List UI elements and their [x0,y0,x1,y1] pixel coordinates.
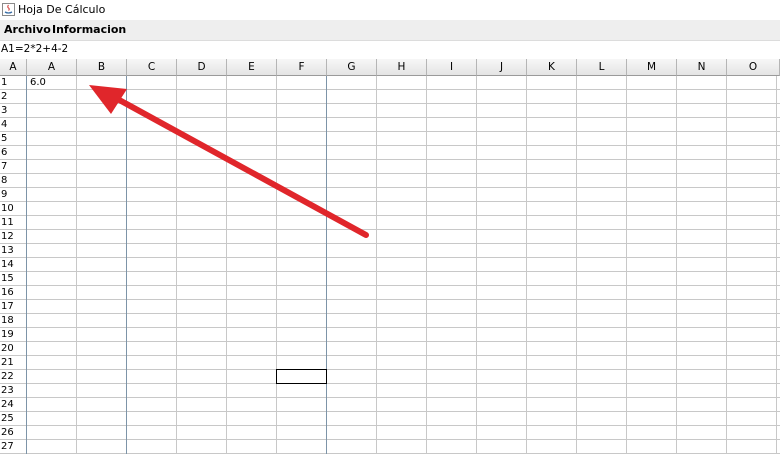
menu-informacion[interactable]: Informacion [52,23,126,37]
row-gridline [0,285,780,286]
row-gridline [0,89,780,90]
row-gridline [0,187,780,188]
row-label-20: 20 [1,343,14,354]
row-gridline [0,159,780,160]
column-header-c[interactable]: C [127,59,177,76]
row-gridline [0,313,780,314]
row-gridline [0,411,780,412]
row-gridline [0,201,780,202]
column-header-g[interactable]: G [327,59,377,76]
column-header-f[interactable]: F [277,59,327,76]
row-label-22: 22 [1,371,14,382]
column-gridline [776,76,777,454]
column-gridline [226,76,227,454]
row-gridline [0,397,780,398]
row-gridline [0,173,780,174]
row-gridline [0,117,780,118]
title-bar: Hoja De Cálculo [0,0,780,20]
column-header-m[interactable]: M [627,59,677,76]
column-gridline [626,76,627,454]
row-label-3: 3 [1,105,8,116]
column-gridline [26,76,27,454]
row-label-16: 16 [1,287,14,298]
cell-a1[interactable]: 6.0 [30,76,46,90]
column-header-n[interactable]: N [677,59,727,76]
row-label-26: 26 [1,427,14,438]
row-gridline [0,369,780,370]
column-gridline [526,76,527,454]
row-gridline [0,341,780,342]
column-gridline [426,76,427,454]
row-label-14: 14 [1,259,14,270]
row-label-1: 1 [1,77,8,88]
spreadsheet-grid[interactable]: A A B C D E F G H I J K L M N O 1 2 3 4 5 6 7 8 9 10 11 12 13 14 15 16 1… [0,59,780,454]
row-gridline [0,229,780,230]
column-gridline [326,76,327,454]
row-gridline [0,355,780,356]
menu-archivo[interactable]: Archivo [4,23,51,37]
row-label-12: 12 [1,231,14,242]
formula-text: A1=2*2+4-2 [1,43,69,55]
row-label-25: 25 [1,413,14,424]
column-gridline [726,76,727,454]
row-gridline [0,271,780,272]
java-app-icon [2,3,15,16]
menu-bar: Archivo Informacion [0,20,780,41]
row-gridline [0,103,780,104]
column-header-d[interactable]: D [177,59,227,76]
column-header-k[interactable]: K [527,59,577,76]
column-gridline [126,76,127,454]
column-gridline [76,76,77,454]
row-label-11: 11 [1,217,14,228]
column-gridline [176,76,177,454]
row-gridline [0,145,780,146]
column-header-a[interactable]: A [27,59,77,76]
row-label-2: 2 [1,91,8,102]
row-gridline [0,131,780,132]
row-gridline [0,215,780,216]
row-gridline [0,425,780,426]
row-label-23: 23 [1,385,14,396]
row-gridline [0,439,780,440]
corner-header: A [0,59,27,76]
row-label-19: 19 [1,329,14,340]
row-label-13: 13 [1,245,14,256]
row-label-27: 27 [1,441,14,452]
row-label-9: 9 [1,189,8,200]
row-label-18: 18 [1,315,14,326]
column-gridline [576,76,577,454]
selected-cell[interactable] [276,369,327,384]
row-label-5: 5 [1,133,8,144]
row-label-10: 10 [1,203,14,214]
column-header-h[interactable]: H [377,59,427,76]
row-gridline [0,243,780,244]
row-label-4: 4 [1,119,8,130]
row-label-24: 24 [1,399,14,410]
row-label-21: 21 [1,357,14,368]
column-header-l[interactable]: L [577,59,627,76]
row-gridline [0,383,780,384]
row-gridline [0,299,780,300]
column-header-j[interactable]: J [477,59,527,76]
window-title: Hoja De Cálculo [18,3,106,16]
column-header-i[interactable]: I [427,59,477,76]
row-gridline [0,257,780,258]
column-header-b[interactable]: B [77,59,127,76]
column-gridline [676,76,677,454]
column-gridline [276,76,277,454]
row-label-6: 6 [1,147,8,158]
row-label-17: 17 [1,301,14,312]
column-gridline [376,76,377,454]
row-gridline [0,327,780,328]
column-header-e[interactable]: E [227,59,277,76]
row-label-8: 8 [1,175,8,186]
column-header-o[interactable]: O [727,59,780,76]
formula-display: A1=2*2+4-2 [0,41,780,58]
row-label-15: 15 [1,273,14,284]
column-gridline [476,76,477,454]
row-label-7: 7 [1,161,8,172]
